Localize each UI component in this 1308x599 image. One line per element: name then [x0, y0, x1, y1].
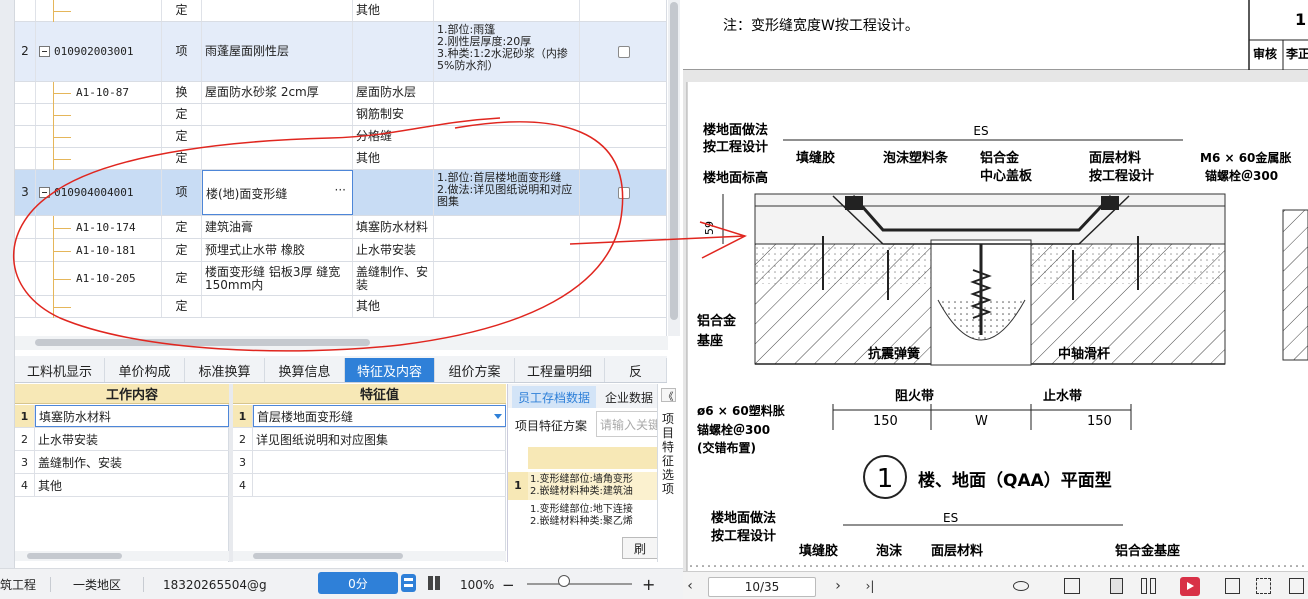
single-page-icon[interactable]: [1064, 578, 1080, 594]
label-alloy-base-1: 铝合金: [697, 313, 737, 329]
costing-software-pane: 定其他 2 010902003001 项雨蓬屋面刚性层 1.部位:雨篷 2.刚性层厚度:…: [0, 0, 683, 599]
label-plastic-bolt: ø6 × 60塑料胀: [697, 403, 785, 418]
next-page-button[interactable]: ›: [829, 572, 847, 599]
label-water-stop: 止水带: [1043, 388, 1082, 404]
label-alloy-base-2: 基座: [696, 333, 723, 349]
label-metal-bolt: M6 × 60金属胀: [1200, 150, 1291, 165]
label-floor-method: 楼地面做法: [703, 122, 768, 138]
label-surface: 面层材料: [1089, 150, 1141, 166]
play-icon[interactable]: [1180, 577, 1200, 596]
label-filler: 填缝胶: [796, 150, 835, 166]
app-root: 定其他 2 010902003001 项雨蓬屋面刚性层 1.部位:雨篷 2.刚性层厚度:…: [0, 0, 1308, 599]
detail-title: 楼、地面（QAA）平面型: [918, 470, 1112, 491]
label-bottom-filler: 填缝胶: [799, 543, 838, 559]
pdf-corner-number: 1: [1295, 10, 1306, 29]
label-fire-band: 阻火带: [895, 388, 934, 404]
two-page-icon-right: [1150, 578, 1156, 594]
pdf-note: 注：变形缝宽度W按工程设计。: [723, 17, 919, 34]
crop-icon[interactable]: [1225, 578, 1240, 594]
red-annotation-ellipse: [13, 117, 624, 352]
fullscreen-icon[interactable]: [1256, 578, 1271, 594]
dim-150-right: 150: [1087, 414, 1112, 429]
pdf-drawing-page: 注：变形缝宽度W按工程设计。 审核 李正 1 ES 59 150 W 150 楼…: [683, 0, 1308, 571]
two-page-icon[interactable]: [1141, 578, 1147, 594]
pdf-audit-label: 审核: [1253, 46, 1277, 61]
label-staggered: (交错布置): [697, 440, 756, 455]
label-bottom-surface: 面层材料: [931, 543, 983, 559]
fit-page-icon[interactable]: [1289, 578, 1304, 594]
label-bottom-floor-method: 楼地面做法: [711, 510, 776, 526]
label-bottom-alloy-base: 铝合金基座: [1115, 543, 1180, 559]
dim-w: W: [975, 414, 988, 429]
page-number-input[interactable]: 10/35: [708, 577, 816, 597]
label-alloy: 铝合金: [980, 150, 1020, 166]
dim-150-left: 150: [873, 414, 898, 429]
label-bottom-foam: 泡沫: [876, 543, 903, 559]
label-surface-design: 按工程设计: [1089, 168, 1154, 184]
label-spring: 抗震弹簧: [868, 346, 920, 362]
pdf-viewer-pane: 注：变形缝宽度W按工程设计。 审核 李正 1 ES 59 150 W 150 楼…: [683, 0, 1308, 599]
eye-icon[interactable]: [1013, 581, 1029, 591]
label-slider: 中轴滑杆: [1058, 346, 1110, 362]
dim-bottom-es: ES: [943, 511, 958, 525]
label-plastic-bolt-spacing: 锚螺栓＠300: [697, 422, 770, 437]
scroll-view-icon[interactable]: [1110, 578, 1123, 594]
dim-59: 59: [703, 221, 716, 235]
pdf-auditor: 李正: [1285, 46, 1308, 61]
label-floor-level: 楼地面标高: [703, 170, 768, 186]
label-metal-bolt-spacing: 锚螺栓＠300: [1205, 168, 1278, 183]
dim-es: ES: [973, 124, 988, 138]
pdf-toolbar: ‹ 10/35 › ›|: [683, 571, 1308, 599]
last-page-button[interactable]: ›|: [859, 572, 881, 599]
previous-page-button[interactable]: ‹: [683, 572, 697, 599]
label-foam-strip: 泡沫塑料条: [883, 150, 949, 166]
detail-number: 1: [877, 464, 894, 494]
label-by-design: 按工程设计: [703, 139, 768, 155]
label-bottom-by-design: 按工程设计: [711, 528, 776, 544]
label-center-plate: 中心盖板: [980, 168, 1033, 184]
